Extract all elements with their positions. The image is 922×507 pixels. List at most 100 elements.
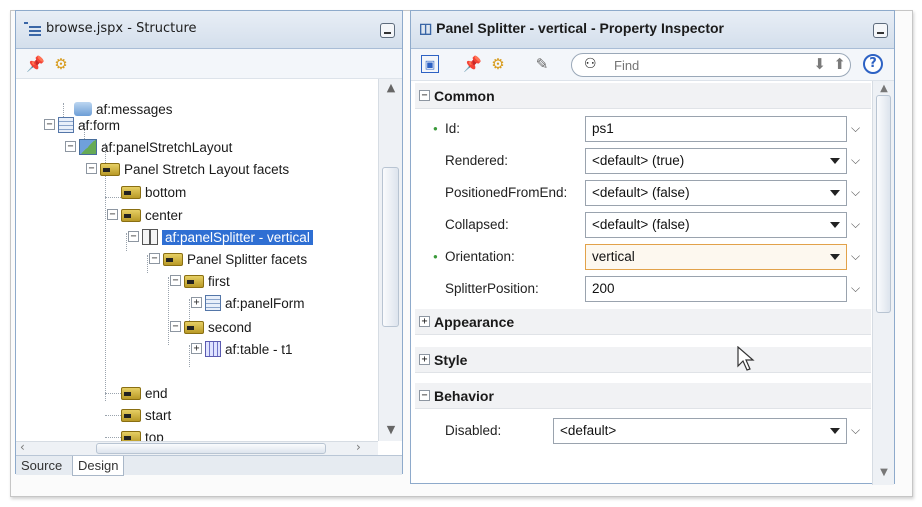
inspector-tab[interactable]: ◫ Panel Splitter - vertical - Property I… — [411, 11, 894, 49]
tree-node-label: center — [145, 207, 183, 223]
tree-node-panelstretchlayout[interactable]: af:panelStretchLayout — [79, 137, 232, 157]
expand-toggle[interactable]: + — [191, 343, 202, 354]
collapse-toggle[interactable]: − — [128, 231, 139, 242]
orientation-select[interactable]: vertical — [585, 244, 847, 270]
tree-node-label: end — [145, 385, 168, 401]
scroll-down-icon[interactable]: ▼ — [379, 423, 403, 441]
expand-toggle[interactable]: + — [419, 354, 430, 365]
tree-horizontal-scrollbar[interactable]: ‹ › — [16, 440, 378, 455]
scroll-down-icon[interactable]: ▼ — [873, 467, 895, 478]
tree-node-splitter-facets[interactable]: Panel Splitter facets — [163, 249, 307, 269]
tree-node-first[interactable]: first — [184, 271, 230, 291]
facet-folder-icon — [121, 430, 141, 441]
tree-node-second[interactable]: second — [184, 317, 252, 337]
rendered-select[interactable]: <default> (true) — [585, 148, 847, 174]
scroll-right-icon[interactable]: › — [356, 440, 361, 454]
minimize-button[interactable] — [873, 23, 888, 38]
tree-node-stretch-facets[interactable]: Panel Stretch Layout facets — [100, 159, 289, 179]
minimize-button[interactable] — [380, 23, 395, 38]
tree-node-panelsplitter[interactable]: af:panelSplitter - vertical — [142, 227, 313, 247]
tree-node-center[interactable]: center — [121, 205, 183, 225]
section-behavior[interactable]: − Behavior — [415, 383, 871, 409]
tree-node-start[interactable]: start — [121, 405, 171, 425]
scroll-up-icon[interactable]: ▲ — [873, 83, 895, 94]
down-arrow-icon[interactable]: ⬇ — [813, 55, 826, 73]
tree-vertical-scrollbar[interactable]: ▲ ▼ — [378, 79, 402, 441]
chevron-down-icon[interactable]: ⌵ — [851, 217, 860, 232]
collapse-toggle[interactable]: − — [44, 119, 55, 130]
collapse-toggle[interactable]: − — [419, 90, 430, 101]
binoculars-icon: ⚇ — [584, 56, 597, 72]
pin-icon[interactable]: 📌 — [463, 55, 482, 73]
structure-panel-tab[interactable]: browse.jspx - Structure — [16, 11, 402, 49]
tab-design[interactable]: Design — [72, 456, 125, 476]
property-label: Disabled: — [445, 423, 502, 438]
collapse-toggle[interactable]: − — [65, 141, 76, 152]
collapse-toggle[interactable]: − — [149, 253, 160, 264]
splitterposition-field[interactable]: 200 — [585, 276, 847, 302]
tree-node-panelform[interactable]: af:panelForm — [205, 293, 305, 313]
hscroll-thumb[interactable] — [96, 443, 326, 454]
tree-node-form[interactable]: af:form — [58, 115, 120, 135]
dropdown-icon — [830, 190, 840, 196]
facet-folder-icon — [100, 162, 120, 176]
property-label: PositionedFromEnd: — [445, 185, 568, 200]
section-appearance[interactable]: + Appearance — [415, 309, 871, 335]
up-arrow-icon[interactable]: ⬆ — [833, 55, 846, 73]
section-title: Appearance — [434, 313, 515, 330]
inspector-title: ◫ Panel Splitter - vertical - Property I… — [419, 20, 724, 37]
positionedfromend-select[interactable]: <default> (false) — [585, 180, 847, 206]
find-input[interactable] — [612, 57, 772, 74]
facet-folder-icon — [184, 274, 204, 288]
tree-node-label: af:panelStretchLayout — [101, 139, 233, 155]
chevron-down-icon[interactable]: ⌵ — [851, 281, 860, 296]
expand-toggle[interactable]: + — [419, 316, 430, 327]
property-row-splitterposition: SplitterPosition: 200 ⌵ — [411, 273, 873, 305]
edit-icon[interactable]: ✎ — [533, 55, 551, 73]
expand-toggle[interactable]: + — [191, 297, 202, 308]
select-icon[interactable]: ▣ — [421, 55, 439, 73]
facet-folder-icon — [121, 386, 141, 400]
property-row-positionedfromend: PositionedFromEnd: <default> (false) ⌵ — [411, 177, 873, 209]
collapsed-select[interactable]: <default> (false) — [585, 212, 847, 238]
form-icon — [58, 117, 74, 133]
property-label: Orientation: — [433, 249, 515, 264]
tab-source[interactable]: Source — [16, 456, 67, 476]
table-icon — [205, 341, 221, 357]
structure-title-text: browse.jspx - Structure — [46, 21, 197, 36]
find-field[interactable]: ⚇ ⬇ ⬆ — [571, 53, 851, 77]
scroll-up-icon[interactable]: ▲ — [379, 81, 403, 99]
settings-icon[interactable]: ⚙ — [52, 55, 70, 73]
chevron-down-icon[interactable]: ⌵ — [851, 249, 860, 264]
chevron-down-icon[interactable]: ⌵ — [851, 153, 860, 168]
disabled-select[interactable]: <default> — [553, 418, 847, 444]
collapse-toggle[interactable]: − — [86, 163, 97, 174]
tree-node-label: Panel Stretch Layout facets — [124, 161, 290, 177]
select-value: vertical — [592, 249, 635, 264]
section-common[interactable]: − Common — [415, 83, 871, 109]
id-field[interactable]: ps1 — [585, 116, 847, 142]
inspector-scrollbar[interactable]: ▲ ▼ — [872, 81, 894, 485]
collapse-toggle[interactable]: − — [419, 390, 430, 401]
tree-node-table[interactable]: af:table - t1 — [205, 339, 293, 359]
editor-tabs: Source Design — [16, 455, 402, 476]
facet-folder-icon — [163, 252, 183, 266]
scroll-thumb[interactable] — [382, 167, 399, 327]
chevron-down-icon[interactable]: ⌵ — [851, 423, 860, 438]
collapse-toggle[interactable]: − — [170, 275, 181, 286]
collapse-toggle[interactable]: − — [170, 321, 181, 332]
chevron-down-icon[interactable]: ⌵ — [851, 121, 860, 136]
help-icon[interactable]: ? — [863, 54, 883, 74]
tree-node-top[interactable]: top — [121, 427, 164, 441]
section-style[interactable]: + Style — [415, 347, 871, 373]
tree-node-end[interactable]: end — [121, 383, 168, 403]
collapse-toggle[interactable]: − — [107, 209, 118, 220]
tree-node-bottom[interactable]: bottom — [121, 182, 186, 202]
structure-panel: browse.jspx - Structure 📌 ⚙ af:messages … — [15, 10, 403, 476]
chevron-down-icon[interactable]: ⌵ — [851, 185, 860, 200]
settings-icon[interactable]: ⚙ — [489, 55, 507, 73]
pin-icon[interactable]: 📌 — [26, 55, 45, 73]
scroll-thumb[interactable] — [876, 95, 891, 313]
structure-toolbar: 📌 ⚙ — [16, 49, 402, 79]
scroll-left-icon[interactable]: ‹ — [20, 440, 25, 454]
